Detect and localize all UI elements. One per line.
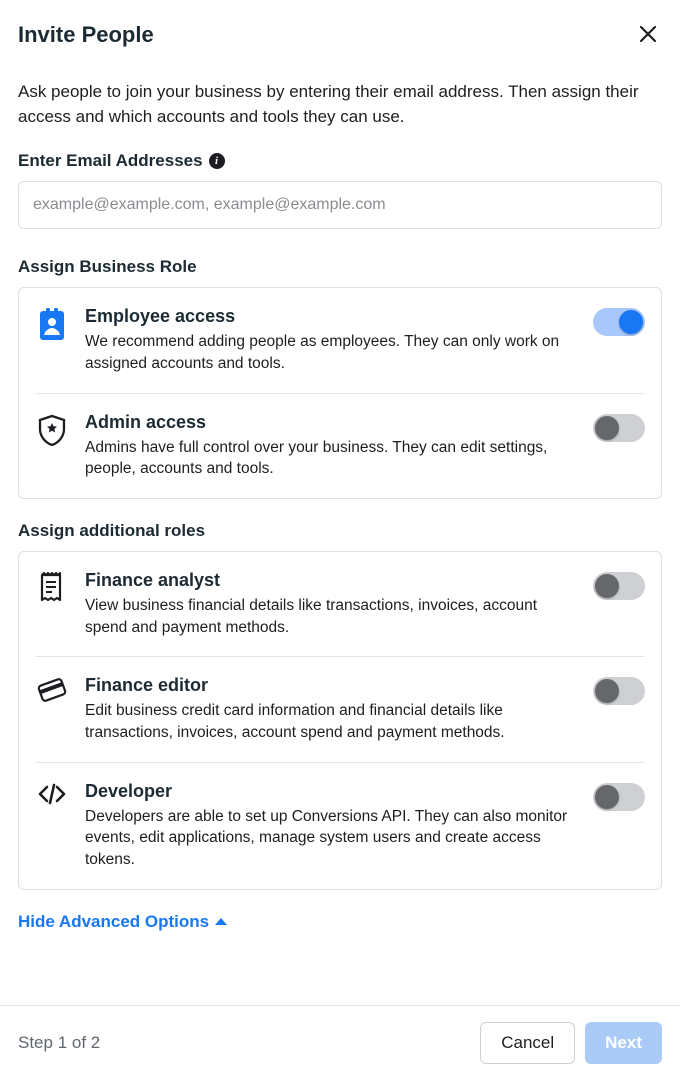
advanced-link-text: Hide Advanced Options — [18, 912, 209, 932]
toggle-finance-editor[interactable] — [593, 677, 645, 705]
business-role-panel: Employee access We recommend adding peop… — [18, 287, 662, 499]
additional-roles-label: Assign additional roles — [18, 521, 662, 541]
close-button[interactable] — [634, 18, 662, 52]
close-icon — [638, 24, 658, 44]
role-desc: View business financial details like tra… — [85, 595, 577, 638]
role-title: Admin access — [85, 412, 577, 433]
role-title: Developer — [85, 781, 577, 802]
email-label-text: Enter Email Addresses — [18, 151, 203, 171]
toggle-finance-analyst[interactable] — [593, 572, 645, 600]
cancel-button[interactable]: Cancel — [480, 1022, 575, 1064]
employee-icon — [35, 306, 69, 340]
role-desc: Developers are able to set up Conversion… — [85, 806, 577, 871]
additional-roles-panel: Finance analyst View business financial … — [18, 551, 662, 890]
role-title: Finance editor — [85, 675, 577, 696]
role-title: Employee access — [85, 306, 577, 327]
next-button[interactable]: Next — [585, 1022, 662, 1064]
info-icon[interactable]: i — [209, 153, 225, 169]
caret-up-icon — [215, 918, 227, 925]
role-employee-access: Employee access We recommend adding peop… — [19, 288, 661, 392]
step-indicator: Step 1 of 2 — [18, 1033, 100, 1053]
toggle-employee-access[interactable] — [593, 308, 645, 336]
toggle-admin-access[interactable] — [593, 414, 645, 442]
credit-card-icon — [35, 675, 69, 703]
role-finance-editor: Finance editor Edit business credit card… — [35, 656, 645, 761]
dialog-intro: Ask people to join your business by ente… — [18, 80, 662, 129]
role-desc: We recommend adding people as employees.… — [85, 331, 577, 374]
email-input[interactable] — [18, 181, 662, 229]
role-desc: Edit business credit card information an… — [85, 700, 577, 743]
admin-shield-icon — [35, 412, 69, 446]
role-admin-access: Admin access Admins have full control ov… — [35, 393, 645, 498]
code-icon — [35, 781, 69, 805]
role-title: Finance analyst — [85, 570, 577, 591]
business-role-label: Assign Business Role — [18, 257, 662, 277]
role-finance-analyst: Finance analyst View business financial … — [19, 552, 661, 656]
role-desc: Admins have full control over your busin… — [85, 437, 577, 480]
receipt-icon — [35, 570, 69, 602]
email-section-label: Enter Email Addresses i — [18, 151, 662, 171]
toggle-developer[interactable] — [593, 783, 645, 811]
dialog-title: Invite People — [18, 22, 154, 48]
dialog-footer: Step 1 of 2 Cancel Next — [0, 1005, 680, 1080]
hide-advanced-options-link[interactable]: Hide Advanced Options — [18, 912, 227, 932]
role-developer: Developer Developers are able to set up … — [35, 762, 645, 889]
